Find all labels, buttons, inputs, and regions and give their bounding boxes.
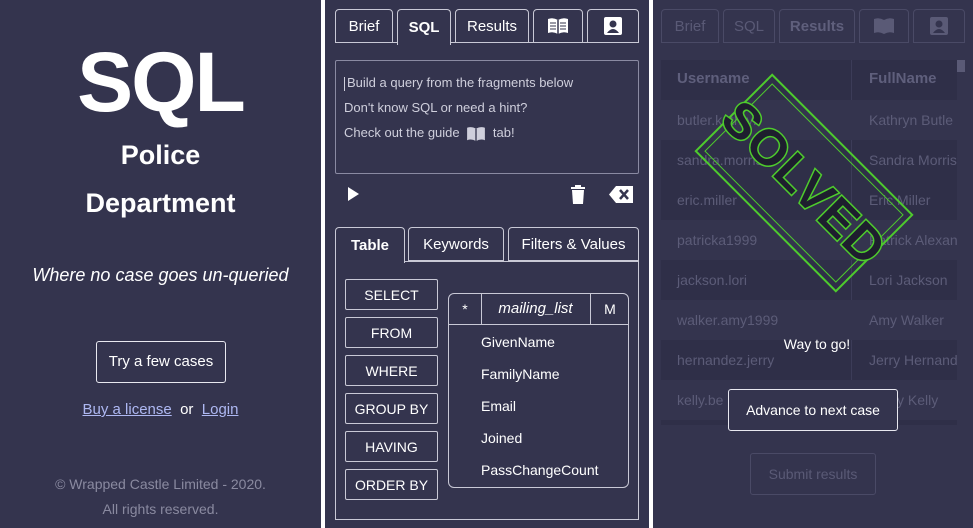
subtab-keywords[interactable]: Keywords: [408, 227, 504, 261]
copyright: © Wrapped Castle Limited - 2020. All rig…: [0, 472, 321, 522]
advance-next-case-button[interactable]: Advance to next case: [728, 389, 898, 431]
sql-logo: SQL: [77, 35, 246, 129]
column-item[interactable]: GivenName: [481, 334, 555, 350]
column-item[interactable]: FamilyName: [481, 366, 560, 382]
success-message: Way to go!: [783, 336, 851, 352]
table-cell: walker.amy1999: [677, 312, 779, 328]
editor-hint-line1: Build a query from the fragments below: [347, 75, 574, 90]
table-cell: hernandez.jerry: [677, 352, 775, 368]
login-link[interactable]: Login: [202, 401, 239, 418]
tab-results[interactable]: Results: [779, 9, 855, 43]
book-icon: [874, 18, 894, 34]
table-name[interactable]: mailing_list: [482, 294, 589, 324]
submit-results-button[interactable]: Submit results: [750, 453, 876, 495]
kw-group-by[interactable]: GROUP BY: [345, 393, 438, 424]
kw-select[interactable]: SELECT: [345, 279, 438, 310]
contact-card-icon: [930, 17, 948, 35]
subtab-table[interactable]: Table: [335, 227, 405, 263]
tab-results[interactable]: Results: [455, 9, 529, 43]
sql-editor[interactable]: Build a query from the fragments below D…: [335, 60, 639, 174]
editor-hint-line4: tab!: [492, 125, 515, 140]
table-header: * mailing_list M: [449, 294, 628, 325]
trash-icon[interactable]: [570, 185, 586, 204]
table-toggle[interactable]: M: [590, 294, 629, 324]
table-cell: Kathryn Butle: [869, 112, 954, 128]
kw-order-by[interactable]: ORDER BY: [345, 469, 438, 500]
table-cell: kelly.be: [677, 392, 724, 408]
tab-guide[interactable]: [859, 9, 909, 43]
tab-brief[interactable]: Brief: [335, 9, 393, 43]
book-icon: [467, 126, 486, 141]
or-text: or: [180, 401, 194, 418]
table-cell: Sandra Morris: [869, 152, 957, 168]
table-cell: patricka1999: [677, 232, 758, 248]
table-cell: y Kelly: [897, 392, 939, 408]
try-cases-button[interactable]: Try a few cases: [96, 341, 226, 383]
table-fragment-box: * mailing_list M GivenName FamilyName Em…: [448, 293, 629, 488]
editor-hint-line2: Don't know SQL or need a hint?: [344, 100, 528, 115]
table-cell: Jerry Hernand: [869, 352, 958, 368]
backspace-icon[interactable]: [609, 186, 633, 203]
kw-having[interactable]: HAVING: [345, 431, 438, 462]
kw-where[interactable]: WHERE: [345, 355, 438, 386]
table-cell: jackson.lori: [677, 272, 748, 288]
tab-brief[interactable]: Brief: [661, 9, 719, 43]
landing-panel: SQL Police Department Where no case goes…: [0, 0, 321, 528]
kw-from[interactable]: FROM: [345, 317, 438, 348]
tab-contacts[interactable]: [587, 9, 639, 43]
play-icon[interactable]: [347, 186, 361, 202]
column-item[interactable]: Joined: [481, 430, 522, 446]
header-username: Username: [677, 70, 750, 87]
tab-guide[interactable]: [533, 9, 583, 43]
buy-license-link[interactable]: Buy a license: [83, 401, 172, 418]
sql-editor-panel: Brief SQL Results Build a query from the…: [325, 0, 649, 528]
subtitle-police: Police: [120, 140, 201, 170]
select-all-star[interactable]: *: [449, 294, 482, 324]
table-cell: Amy Walker: [869, 312, 944, 328]
book-icon: [548, 18, 568, 34]
subtab-filters[interactable]: Filters & Values: [508, 227, 639, 261]
tab-contacts[interactable]: [913, 9, 965, 43]
table-cell: Lori Jackson: [869, 272, 948, 288]
tab-sql[interactable]: SQL: [723, 9, 775, 43]
header-fullname: FullName: [869, 70, 937, 87]
contact-card-icon: [604, 17, 622, 35]
column-item[interactable]: Email: [481, 398, 516, 414]
editor-hint-line3: Check out the guide: [344, 125, 460, 140]
table-cell: eric.miller: [677, 192, 737, 208]
column-item[interactable]: PassChangeCount: [481, 462, 599, 478]
scrollbar[interactable]: [957, 60, 965, 72]
tab-sql[interactable]: SQL: [397, 9, 451, 45]
copyright-line1: © Wrapped Castle Limited - 2020.: [55, 476, 266, 492]
tagline: Where no case goes un-queried: [32, 265, 289, 285]
auth-links: Buy a license or Login: [0, 401, 321, 418]
subtitle-department: Department: [85, 188, 236, 218]
copyright-line2: All rights reserved.: [102, 501, 219, 517]
